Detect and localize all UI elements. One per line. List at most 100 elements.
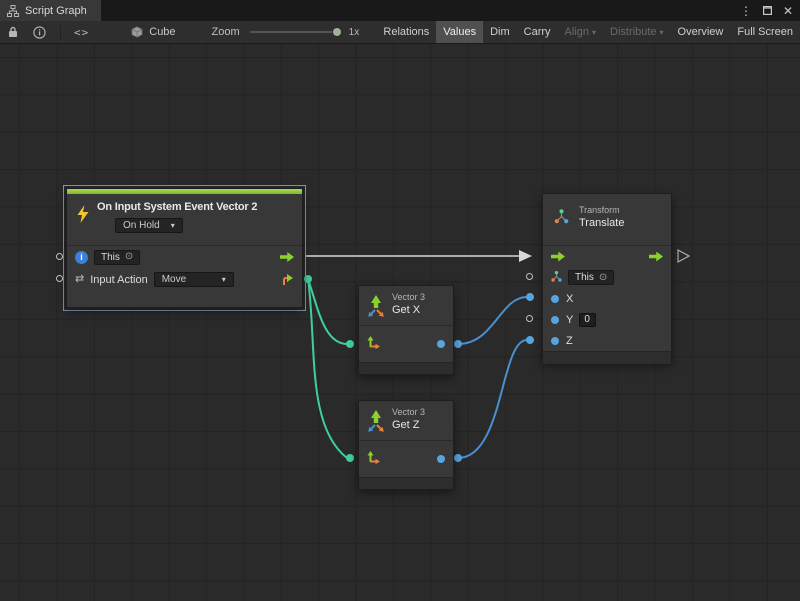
zoom-slider-knob[interactable] — [332, 27, 342, 37]
graph-target-label: Cube — [149, 26, 175, 38]
toolbar-button-relations[interactable]: Relations — [376, 21, 436, 43]
translate-header[interactable]: Transform Translate — [543, 194, 671, 246]
translate-y-label: Y — [566, 314, 573, 326]
zoom-slider-track[interactable] — [250, 31, 342, 33]
input-action-dropdown[interactable]: Move ▾ — [154, 272, 234, 287]
green-port-dot — [346, 340, 354, 348]
input-action-icon: ⇄ — [75, 274, 84, 285]
toolbar-button-values[interactable]: Values — [436, 21, 483, 43]
node-on-input-system-event[interactable]: On Input System Event Vector 2 On Hold ▾… — [66, 188, 303, 308]
cube-icon — [131, 26, 143, 38]
toolbar-button-distribute-label: Distribute — [610, 26, 656, 38]
node-get-x[interactable]: Vector 3 Get X — [358, 285, 454, 375]
translate-x-port[interactable] — [551, 295, 559, 303]
lock-icon[interactable] — [8, 26, 18, 38]
event-node-header[interactable]: On Input System Event Vector 2 On Hold ▾ — [67, 194, 302, 246]
translate-y-row: Y 0 — [543, 309, 671, 330]
getx-header[interactable]: Vector 3 Get X — [359, 286, 453, 326]
toolbar-button-dim[interactable]: Dim — [483, 21, 517, 43]
event-this-row: i This ⊙ — [67, 246, 302, 268]
zoom-slider[interactable] — [250, 26, 342, 38]
wire-arrowhead — [519, 250, 532, 262]
getz-footer — [359, 477, 453, 489]
tab-title: Script Graph — [25, 5, 87, 17]
translate-this-field[interactable]: This ⊙ — [568, 270, 614, 285]
translate-category: Transform — [579, 205, 663, 215]
control-output-arrow-icon[interactable] — [280, 252, 294, 262]
vector3-input-port-icon[interactable] — [367, 336, 380, 352]
getx-ports-row — [359, 326, 453, 362]
event-this-port[interactable] — [56, 253, 63, 260]
node-translate[interactable]: Transform Translate — [542, 193, 672, 363]
info-icon[interactable] — [33, 26, 46, 39]
wire-getx-to-x[interactable] — [458, 297, 527, 344]
translate-flow-row — [543, 246, 671, 267]
graph-target[interactable]: Cube — [131, 26, 175, 38]
translate-this-port[interactable] — [526, 273, 533, 280]
wire-getz-to-z[interactable] — [458, 340, 527, 458]
event-mode-dropdown[interactable]: On Hold ▾ — [115, 218, 183, 233]
toolbar-button-distribute[interactable]: Distribute ▾ — [603, 21, 670, 43]
vector2-output-icon[interactable] — [281, 273, 294, 286]
input-action-label: Input Action — [90, 274, 148, 286]
object-picker-icon[interactable]: ⊙ — [125, 252, 133, 262]
tab-script-graph[interactable]: Script Graph — [0, 0, 101, 21]
translate-title: Translate — [579, 217, 663, 229]
wire-event-to-getx[interactable] — [308, 279, 347, 344]
translate-y-port[interactable] — [551, 316, 559, 324]
toolbar-separator — [60, 25, 61, 40]
maximize-icon[interactable] — [763, 5, 772, 17]
close-icon[interactable]: ✕ — [783, 5, 793, 17]
node-get-z[interactable]: Vector 3 Get Z — [358, 400, 454, 490]
chevron-down-icon: ▾ — [222, 275, 226, 284]
getx-output-port[interactable] — [437, 340, 445, 348]
translate-this-label: This — [575, 272, 594, 283]
lightning-bolt-icon — [76, 205, 90, 226]
control-output-arrow-icon[interactable] — [649, 252, 663, 262]
event-node-title: On Input System Event Vector 2 — [97, 201, 294, 213]
translate-y-outer-port[interactable] — [526, 315, 533, 322]
translate-z-port[interactable] — [551, 337, 559, 345]
event-mode-value: On Hold — [123, 220, 160, 231]
graph-output-triangle — [678, 250, 689, 262]
toolbar-button-overview[interactable]: Overview — [671, 21, 731, 43]
zoom-label: Zoom — [212, 26, 240, 38]
vector3-input-port-icon[interactable] — [367, 451, 380, 467]
gameobject-icon: i — [75, 251, 88, 264]
getx-category: Vector 3 — [392, 292, 447, 302]
translate-x-row: X — [543, 288, 671, 309]
getx-title: Get X — [392, 304, 447, 316]
graph-toolbar: <> Cube Zoom 1x Relations Values Dim Car… — [0, 21, 800, 44]
wire-event-to-getz[interactable] — [308, 279, 347, 458]
translate-z-row: Z — [543, 330, 671, 351]
window-controls: ⋮ ✕ — [740, 0, 800, 21]
zoom-value: 1x — [349, 27, 360, 38]
event-this-field[interactable]: This ⊙ — [94, 250, 140, 265]
translate-x-label: X — [566, 293, 573, 305]
getz-title: Get Z — [392, 419, 447, 431]
toolbar-button-align[interactable]: Align ▾ — [558, 21, 603, 43]
getz-output-port[interactable] — [437, 455, 445, 463]
vector3-icon — [366, 294, 386, 321]
translate-y-value-input[interactable]: 0 — [579, 313, 596, 327]
blue-port-dot — [454, 454, 462, 462]
embed-icon[interactable]: <> — [74, 26, 89, 39]
script-graph-icon — [7, 5, 19, 17]
object-picker-icon[interactable]: ⊙ — [599, 273, 607, 283]
toolbar-button-align-label: Align — [565, 26, 589, 38]
control-input-arrow-icon[interactable] — [551, 252, 565, 262]
translate-footer — [543, 351, 671, 364]
script-graph-window: Script Graph ⋮ ✕ <> — [0, 0, 800, 601]
input-action-value: Move — [162, 274, 186, 285]
toolbar-button-fullscreen[interactable]: Full Screen — [730, 21, 800, 43]
toolbar-button-carry[interactable]: Carry — [517, 21, 558, 43]
transform-mini-icon — [551, 271, 562, 285]
kebab-menu-icon[interactable]: ⋮ — [740, 5, 752, 17]
vector3-icon — [366, 409, 386, 436]
tab-bar: Script Graph ⋮ ✕ — [0, 0, 800, 21]
event-this-label: This — [101, 252, 120, 263]
event-input-action-port[interactable] — [56, 275, 63, 282]
blue-port-dot — [454, 340, 462, 348]
getz-header[interactable]: Vector 3 Get Z — [359, 401, 453, 441]
graph-canvas[interactable]: On Input System Event Vector 2 On Hold ▾… — [0, 44, 800, 601]
